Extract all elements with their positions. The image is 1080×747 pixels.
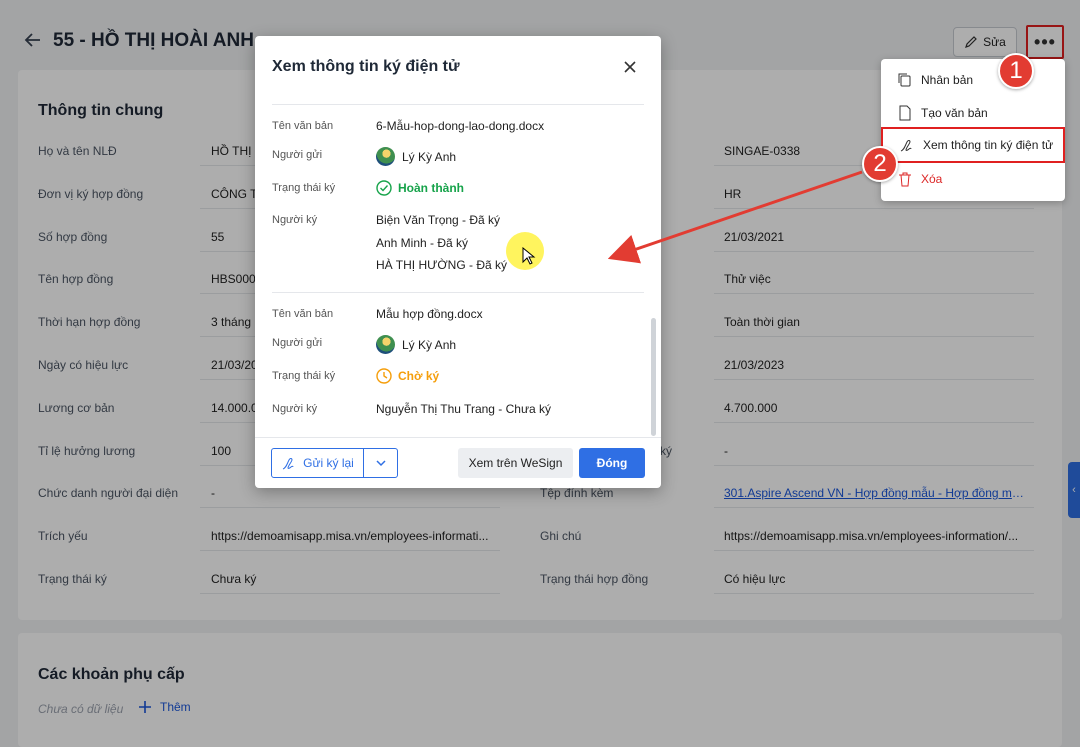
doc2-status: Chờ ký — [376, 368, 439, 384]
dialog-divider — [272, 104, 644, 105]
menu-item-delete[interactable]: Xóa — [881, 164, 1065, 194]
doc1-status: Hoàn thành — [376, 180, 464, 196]
doc2-status-text: Chờ ký — [398, 369, 440, 383]
doc2-sender-label: Người gửi — [272, 337, 323, 349]
menu-item-view-esign-info[interactable]: Xem thông tin ký điện tử — [881, 127, 1065, 163]
mouse-cursor-icon — [522, 247, 536, 265]
menu-item-label: Nhân bản — [921, 73, 974, 87]
clock-icon — [376, 368, 392, 384]
doc2-name: Mẫu hợp đồng.docx — [376, 307, 483, 321]
footer-divider — [255, 437, 661, 438]
dialog-scrollbar[interactable] — [651, 318, 656, 436]
doc2-sender-name: Lý Kỳ Anh — [402, 337, 457, 352]
menu-item-duplicate[interactable]: Nhân bản — [881, 65, 1065, 95]
resend-sign-button[interactable]: Gửi ký lại — [272, 449, 364, 477]
doc2-signer-0: Nguyễn Thị Thu Trang - Chưa ký — [376, 402, 552, 416]
copy-icon — [898, 73, 911, 87]
resend-sign-label: Gửi ký lại — [303, 456, 354, 470]
callout-badge-1: 1 — [998, 53, 1034, 89]
doc1-name: 6-Mẫu-hop-dong-lao-dong.docx — [376, 119, 545, 133]
doc2-name-label: Tên văn bản — [272, 308, 334, 320]
doc1-status-text: Hoàn thành — [398, 181, 464, 195]
menu-item-label: Tạo văn bản — [921, 106, 988, 120]
doc1-sender-label: Người gửi — [272, 149, 323, 161]
doc1-name-label: Tên văn bản — [272, 120, 334, 132]
doc1-signer-1: Anh Minh - Đã ký — [376, 236, 469, 250]
doc1-signer-label: Người ký — [272, 214, 318, 226]
doc2-status-label: Trạng thái ký — [272, 370, 336, 382]
doc1-status-label: Trạng thái ký — [272, 182, 336, 194]
menu-item-create-document[interactable]: Tạo văn bản — [881, 98, 1065, 128]
chevron-down-icon — [375, 460, 386, 467]
menu-item-label: Xem thông tin ký điện tử — [923, 138, 1054, 152]
resend-sign-split-button: Gửi ký lại — [271, 448, 398, 478]
doc1-signer-2: HÀ THỊ HƯỜNG - Đã ký — [376, 258, 507, 272]
doc2-sender: Lý Kỳ Anh — [376, 335, 456, 354]
doc1-sender-name: Lý Kỳ Anh — [402, 149, 457, 164]
doc2-signer-label: Người ký — [272, 403, 318, 415]
menu-item-label: Xóa — [921, 172, 943, 186]
esign-info-dialog: Xem thông tin ký điện tử Tên văn bản 6-M… — [255, 36, 661, 488]
avatar — [376, 335, 395, 354]
resend-options-dropdown[interactable] — [364, 449, 397, 477]
more-options-menu: Nhân bản Tạo văn bản Xem thông tin ký đi… — [881, 59, 1065, 201]
check-circle-icon — [376, 180, 392, 196]
close-icon[interactable] — [621, 58, 639, 76]
view-on-wesign-button[interactable]: Xem trên WeSign — [458, 448, 573, 478]
document-icon — [899, 105, 911, 121]
doc-divider — [272, 292, 644, 293]
callout-badge-2: 2 — [862, 146, 898, 182]
trash-icon — [899, 172, 911, 187]
doc1-sender: Lý Kỳ Anh — [376, 147, 456, 166]
signature-icon — [282, 458, 294, 470]
close-button[interactable]: Đóng — [579, 448, 645, 478]
dialog-title: Xem thông tin ký điện tử — [272, 58, 460, 75]
avatar — [376, 147, 395, 166]
doc1-signer-0: Biện Văn Trọng - Đã ký — [376, 213, 501, 227]
signature-icon — [900, 140, 912, 152]
